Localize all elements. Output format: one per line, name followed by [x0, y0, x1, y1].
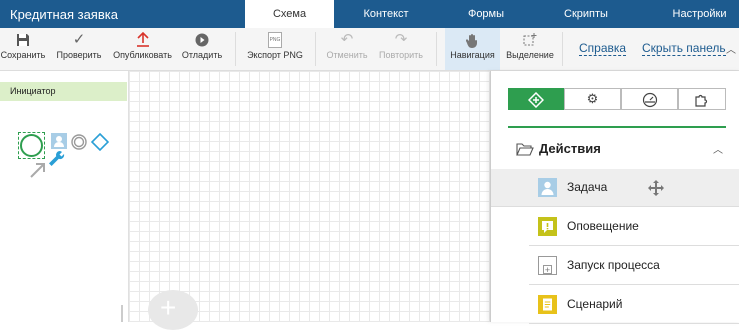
list-item[interactable]: Оповещение — [529, 208, 739, 246]
publish-button[interactable]: Опубликовать — [111, 28, 174, 70]
navigation-button[interactable]: Навигация — [445, 28, 500, 70]
start-event-selection[interactable] — [18, 132, 45, 159]
section-title-actions[interactable]: Действия — [539, 141, 601, 156]
user-task-icon — [538, 178, 557, 197]
swimlane-label[interactable]: Инициатор — [0, 82, 127, 101]
hand-icon — [445, 28, 500, 50]
toolbar-divider — [315, 32, 316, 66]
toolbar-divider — [235, 32, 236, 66]
toolbar-divider — [436, 32, 437, 66]
play-circle-icon — [180, 28, 224, 50]
checkmark-icon: ✓ — [72, 31, 86, 48]
intermediate-event-icon[interactable] — [71, 134, 87, 155]
list-item[interactable]: + Запуск процесса — [529, 247, 739, 285]
notification-icon — [538, 217, 557, 236]
element-palette: Инициатор — [0, 71, 129, 322]
tab-scripts[interactable]: Скрипты — [536, 0, 636, 28]
list-item[interactable]: Сценарий — [529, 286, 739, 324]
selection-icon — [505, 28, 555, 50]
collapse-chevron-icon[interactable]: ︿ — [713, 141, 723, 156]
script-icon — [538, 295, 557, 314]
chevron-up-icon[interactable]: ︿ — [726, 41, 736, 56]
user-task-icon[interactable] — [51, 133, 67, 149]
add-element-button[interactable]: + — [148, 290, 198, 330]
top-bar: Кредитная заявка Схема Контекст Формы Ск… — [0, 0, 739, 28]
wrench-icon[interactable] — [48, 150, 66, 173]
help-link[interactable]: Справка — [579, 42, 627, 56]
app-title: Кредитная заявка — [10, 7, 118, 22]
puzzle-icon — [694, 91, 710, 107]
canvas-scroll-marker — [121, 305, 123, 322]
diamond-plus-icon — [527, 91, 545, 108]
gear-icon: ⚙ — [586, 91, 599, 106]
tab-settings-gear[interactable]: ⚙ — [564, 88, 621, 110]
tab-underline — [508, 126, 726, 128]
undo-button[interactable]: ↶ Отменить — [325, 28, 369, 70]
connector-arrow-icon[interactable] — [29, 161, 47, 184]
selection-button[interactable]: Выделение — [505, 28, 555, 70]
debug-button[interactable]: Отладить — [180, 28, 224, 70]
undo-icon: ↶ — [340, 31, 354, 48]
list-item[interactable]: Задача — [491, 169, 739, 207]
check-button[interactable]: ✓ Проверить — [54, 28, 104, 70]
folder-open-icon — [516, 142, 534, 161]
plus-icon: + — [160, 292, 177, 323]
diagram-canvas[interactable]: + — [121, 71, 490, 330]
hide-panel-link[interactable]: Скрыть панель — [642, 42, 726, 56]
tab-dashboard[interactable] — [621, 88, 678, 110]
floppy-disk-icon — [0, 28, 46, 50]
tab-forms[interactable]: Формы — [436, 0, 536, 28]
png-file-icon: PNG — [244, 28, 306, 50]
tab-elements[interactable] — [508, 88, 564, 110]
redo-button[interactable]: ↷ Повторить — [378, 28, 424, 70]
toolbar: Сохранить ✓ Проверить Опубликовать Отлад… — [0, 28, 739, 71]
upload-icon — [111, 28, 174, 50]
redo-icon: ↷ — [394, 31, 408, 48]
tab-schema[interactable]: Схема — [245, 0, 334, 28]
subprocess-icon: + — [538, 256, 557, 275]
save-button[interactable]: Сохранить — [0, 28, 46, 70]
gateway-icon[interactable] — [90, 132, 110, 156]
tab-settings[interactable]: Настройки — [660, 0, 739, 28]
gauge-icon — [642, 91, 658, 107]
tab-extensions[interactable] — [678, 88, 726, 110]
start-event-icon — [20, 134, 43, 157]
elements-panel: ⚙ Действия ︿ Задача Оповещение + Запуск … — [490, 71, 739, 324]
export-png-button[interactable]: PNG Экспорт PNG — [244, 28, 306, 70]
toolbar-divider — [562, 32, 563, 66]
tab-context[interactable]: Контекст — [336, 0, 436, 28]
drag-move-icon[interactable] — [647, 179, 665, 202]
